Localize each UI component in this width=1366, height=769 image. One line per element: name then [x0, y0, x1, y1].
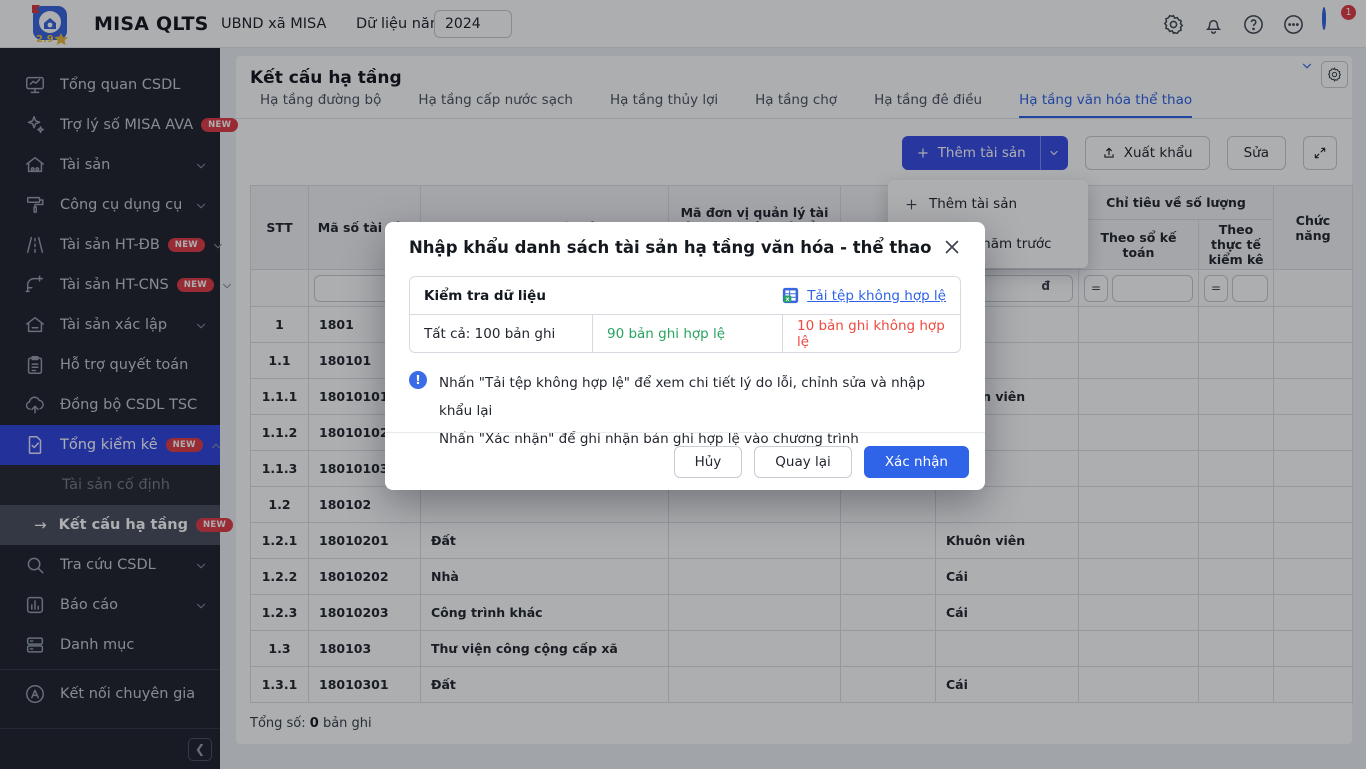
stat-total-records: Tất cả: 100 bản ghi: [424, 325, 556, 342]
instruction-line-1: Nhấn "Tải tệp không hợp lệ" để xem chi t…: [439, 375, 926, 419]
app-window: 2.9 MISA QLTS UBND xã MISA Dữ liệu năm 1: [0, 0, 1366, 769]
modal-title: Nhập khẩu danh sách tài sản hạ tầng văn …: [409, 238, 932, 257]
data-check-panel: Kiểm tra dữ liệu x Tải tệp không hợp lệ …: [409, 276, 961, 353]
stat-valid-records: 90 bản ghi hợp lệ: [592, 315, 782, 352]
cancel-button[interactable]: Hủy: [673, 445, 743, 478]
import-result-modal: Nhập khẩu danh sách tài sản hạ tầng văn …: [385, 222, 985, 490]
download-invalid-file-link[interactable]: x Tải tệp không hợp lệ: [782, 287, 946, 304]
invalid-file-link-text[interactable]: Tải tệp không hợp lệ: [807, 288, 946, 304]
confirm-button[interactable]: Xác nhận: [863, 445, 969, 478]
stat-invalid-records: 10 bản ghi không hợp lệ: [782, 315, 960, 352]
close-icon[interactable]: [941, 236, 963, 258]
svg-text:x: x: [786, 296, 790, 303]
info-icon: !: [409, 371, 427, 389]
excel-file-icon: x: [783, 287, 799, 304]
check-data-title: Kiểm tra dữ liệu: [424, 287, 546, 304]
back-button[interactable]: Quay lại: [754, 445, 852, 478]
import-stats-row: Tất cả: 100 bản ghi 90 bản ghi hợp lệ 10…: [410, 314, 960, 352]
modal-footer: Hủy Quay lại Xác nhận: [385, 432, 985, 490]
